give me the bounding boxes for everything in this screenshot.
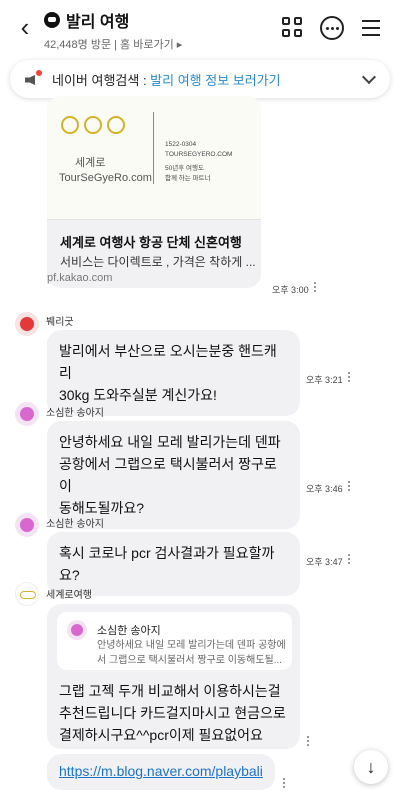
preview-domain: pf.kakao.com bbox=[47, 272, 113, 284]
message-time: 오후 3:00 bbox=[272, 285, 309, 295]
message-time: 오후 3:21 bbox=[306, 375, 343, 385]
avatar[interactable] bbox=[15, 582, 39, 606]
preview-divider bbox=[153, 112, 154, 184]
notice-banner[interactable]: 네이버 여행검색 : 발리 여행 정보 보러가기 bbox=[10, 60, 390, 98]
avatar[interactable] bbox=[15, 402, 39, 426]
notice-link[interactable]: 발리 여행 정보 보러가기 bbox=[150, 73, 280, 88]
quoted-text: 안녕하세요 내일 모레 발리가는데 덴파 공항에서 그랩으로 택시불러서 짱구로… bbox=[97, 640, 286, 666]
chat-bubble-icon[interactable] bbox=[320, 16, 344, 40]
scroll-to-bottom-icon[interactable]: ↓ bbox=[354, 750, 388, 784]
preview-info: 1522-0304 TOURSEGYERO.COM 50년후 여행도 함께 하는… bbox=[165, 141, 233, 182]
home-shortcut-link[interactable]: 홈 바로가기 bbox=[120, 39, 174, 51]
more-options-icon[interactable] bbox=[348, 372, 351, 383]
hamburger-menu-icon[interactable] bbox=[360, 16, 384, 40]
logo-korean-text: 세계로 bbox=[75, 157, 106, 169]
tour-logo-mark bbox=[59, 116, 129, 146]
message-time: 오후 3:46 bbox=[306, 484, 343, 494]
chevron-right-icon: ▸ bbox=[176, 39, 183, 51]
preview-title: 세계로 여행사 항공 단체 신혼여행 bbox=[60, 235, 242, 250]
logo-url-text: TourSeGyeRo.com bbox=[59, 172, 152, 184]
chat-header: ‹ 발리 여행 42,448명 방문 | 홈 바로가기 ▸ bbox=[0, 0, 400, 56]
megaphone-icon bbox=[24, 69, 44, 89]
chat-title-area[interactable]: 발리 여행 42,448명 방문 | 홈 바로가기 ▸ bbox=[44, 8, 182, 52]
preview-image: 세계로 TourSeGyeRo.com 1522-0304 TOURSEGYER… bbox=[47, 96, 261, 220]
sender-name: 붸리굿 bbox=[46, 317, 74, 328]
more-options-icon[interactable] bbox=[348, 554, 351, 565]
link-preview-card[interactable]: 세계로 TourSeGyeRo.com 1522-0304 TOURSEGYER… bbox=[47, 96, 261, 288]
more-options-icon[interactable] bbox=[283, 778, 286, 789]
more-options-icon[interactable] bbox=[307, 736, 310, 747]
sender-name: 소심한 송아지 bbox=[46, 519, 104, 530]
more-options-icon[interactable] bbox=[314, 282, 317, 293]
quoted-message[interactable]: 소심한 송아지 안녕하세요 내일 모레 발리가는데 덴파 공항에서 그랩으로 택… bbox=[57, 612, 292, 670]
preview-description: 서비스는 다이렉트로 , 가격은 착하게 ... bbox=[60, 255, 256, 269]
link-message[interactable]: https://m.blog.naver.com/playbali bbox=[47, 754, 275, 790]
avatar[interactable] bbox=[15, 312, 39, 336]
quoted-avatar bbox=[67, 620, 87, 640]
more-options-icon[interactable] bbox=[348, 481, 351, 492]
message-time: 오후 3:47 bbox=[306, 557, 343, 567]
grid-menu-icon[interactable] bbox=[281, 16, 305, 40]
chat-subtitle: 42,448명 방문 | 홈 바로가기 ▸ bbox=[44, 39, 183, 51]
avatar[interactable] bbox=[15, 513, 39, 537]
quoted-sender: 소심한 송아지 bbox=[97, 625, 161, 637]
sender-name: 세계로여행 bbox=[46, 590, 92, 601]
chat-title: 발리 여행 bbox=[66, 14, 130, 31]
back-icon[interactable]: ‹ bbox=[12, 14, 38, 40]
message-list[interactable]: 세계로 TourSeGyeRo.com 1522-0304 TOURSEGYER… bbox=[0, 96, 400, 800]
sender-name: 소심한 송아지 bbox=[46, 408, 104, 419]
notice-label: 네이버 여행검색 : bbox=[52, 72, 151, 88]
message-bubble[interactable]: 안녕하세요 내일 모레 발리가는데 덴파 공항에서 그랩으로 택시불러서 짱구로… bbox=[47, 421, 300, 529]
reply-message-bubble[interactable]: 소심한 송아지 안녕하세요 내일 모레 발리가는데 덴파 공항에서 그랩으로 택… bbox=[47, 604, 300, 749]
chevron-down-icon[interactable] bbox=[361, 69, 377, 85]
visit-count: 42,448명 방문 bbox=[44, 39, 112, 51]
reply-text: 그랩 고젝 두개 비교해서 이용하시는걸 추천드립니다 카드걸지마시고 현금으로… bbox=[59, 683, 286, 743]
openchat-icon bbox=[44, 12, 60, 28]
